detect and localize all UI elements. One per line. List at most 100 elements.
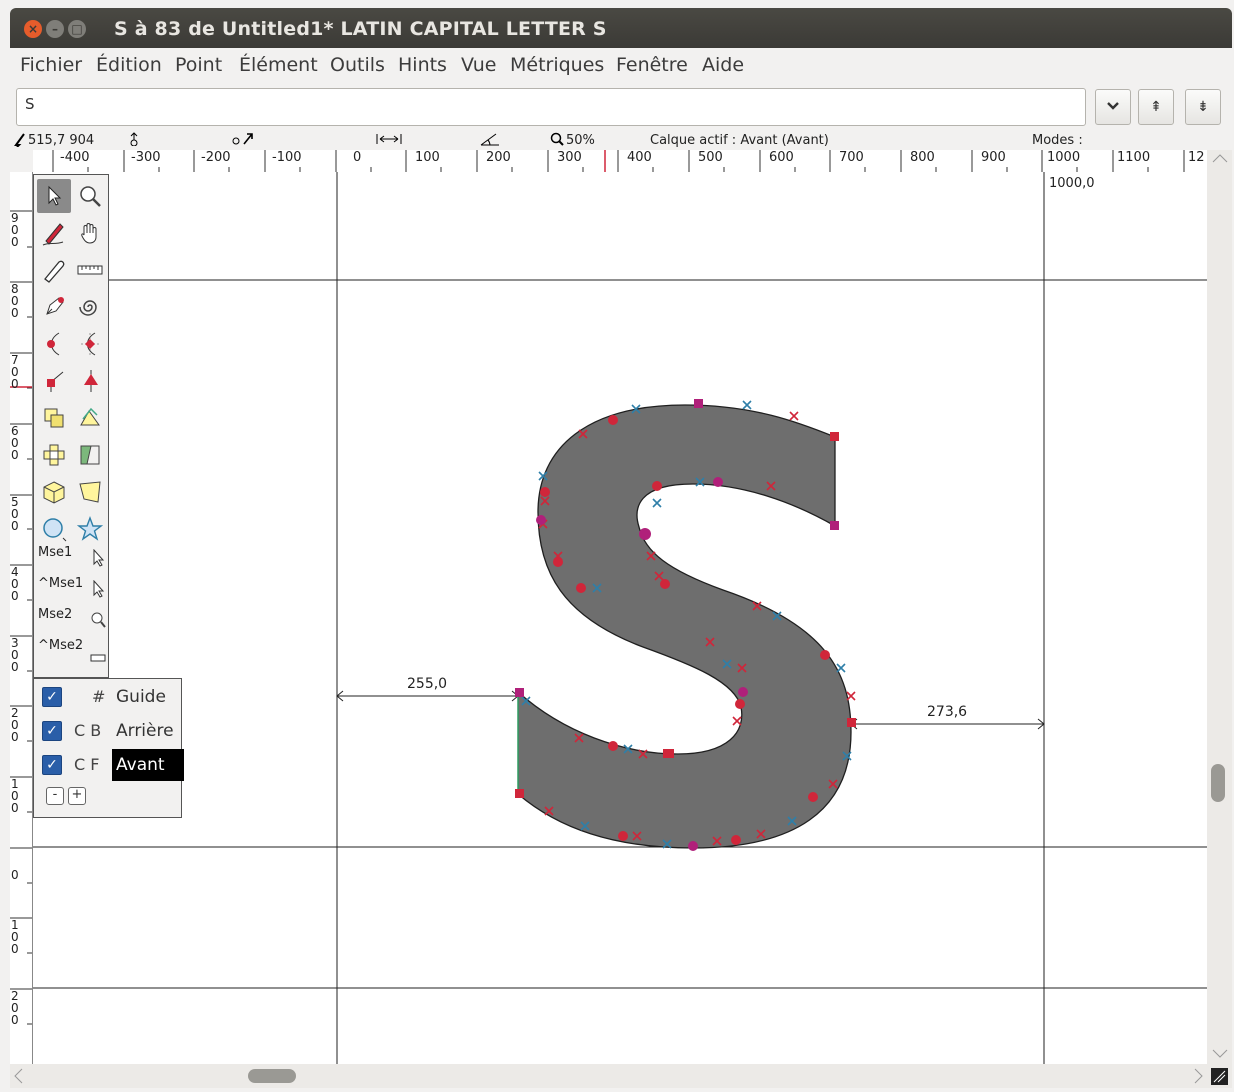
distance-info-icon xyxy=(376,132,402,150)
horizontal-scrollbar[interactable] xyxy=(10,1064,1207,1088)
menu-point[interactable]: Point xyxy=(175,54,222,76)
layer-visible-checkbox[interactable]: ✓ xyxy=(42,721,62,741)
scroll-down-icon[interactable] xyxy=(1211,1048,1229,1060)
ruler-tool[interactable] xyxy=(73,253,107,287)
tangent-point-tool[interactable] xyxy=(73,364,107,398)
pen-tool[interactable] xyxy=(37,290,71,324)
layer-name[interactable]: Avant xyxy=(112,749,184,781)
scale-icon xyxy=(44,408,64,428)
scroll-up-icon[interactable] xyxy=(1211,152,1229,164)
minimize-button[interactable]: – xyxy=(46,20,64,38)
curve-point-tool[interactable] xyxy=(37,327,71,361)
ruler-label: 200 xyxy=(486,150,511,165)
vertical-metrics-up-button[interactable]: ⇞ xyxy=(1138,89,1174,125)
perspective-icon xyxy=(79,481,101,503)
resize-corner[interactable] xyxy=(1207,1064,1232,1088)
ruler-label: 5 0 0 xyxy=(11,495,19,533)
close-icon: × xyxy=(27,22,39,36)
glyph-canvas[interactable]: 1000,0 255,0 273,6 xyxy=(33,172,1207,1064)
menu-fichier[interactable]: Fichier xyxy=(20,54,82,76)
close-button[interactable]: × xyxy=(24,20,42,38)
perspective-3d-icon xyxy=(43,481,65,504)
layer-visible-checkbox[interactable]: ✓ xyxy=(42,755,62,775)
skew-tool[interactable] xyxy=(73,438,107,472)
maximize-button[interactable]: □ xyxy=(68,20,86,38)
glyph-name-field[interactable]: S xyxy=(16,88,1086,126)
right-bearing-label: 273,6 xyxy=(927,704,968,720)
hv-curve-point-tool[interactable] xyxy=(73,327,107,361)
ruler-label: 1100 xyxy=(1117,150,1151,165)
ruler-label: 1 0 0 xyxy=(11,777,19,815)
mouse2-label: Mse2 xyxy=(38,607,73,622)
freehand-tool[interactable] xyxy=(37,216,71,250)
spiro-tool[interactable] xyxy=(73,290,107,324)
scroll-right-icon[interactable] xyxy=(1193,1067,1205,1085)
pointer-icon xyxy=(48,185,62,206)
layer-flags: # xyxy=(92,687,106,706)
layer-row-fore[interactable]: ✓ C F Avant xyxy=(34,749,184,781)
menu-aide[interactable]: Aide xyxy=(702,54,744,76)
magnify-tool[interactable] xyxy=(73,179,107,213)
pointer-tool[interactable] xyxy=(37,179,71,213)
tools-palette: Mse1 ^Mse1 Mse2 ^Mse2 xyxy=(33,174,109,678)
ruler-label: 500 xyxy=(698,150,723,165)
ellipse-tool[interactable] xyxy=(37,512,71,546)
ruler-label: 800 xyxy=(910,150,935,165)
tangent-point-icon xyxy=(84,370,98,392)
scroll-left-icon[interactable] xyxy=(12,1067,24,1085)
horizontal-ruler[interactable]: -400 -300 -200 -100 0 100 200 300 400 50… xyxy=(33,150,1207,173)
layer-flags: C F xyxy=(74,755,100,774)
ruler-label: 2 0 0 xyxy=(11,706,19,744)
pointer-icon xyxy=(92,579,106,602)
star-tool[interactable] xyxy=(73,512,107,546)
menu-metriques[interactable]: Métriques xyxy=(510,54,604,76)
menu-vue[interactable]: Vue xyxy=(461,54,496,76)
vertical-ruler[interactable]: 9 0 0 8 0 0 7 0 0 6 0 0 5 0 0 4 0 0 3 0 … xyxy=(10,172,33,1064)
layer-name[interactable]: Guide xyxy=(112,681,170,713)
perspective-tool[interactable] xyxy=(73,475,107,509)
horizontal-scroll-thumb[interactable] xyxy=(248,1069,296,1083)
magnify-icon xyxy=(90,611,106,633)
ruler-icon xyxy=(77,265,103,275)
glyph-dropdown-button[interactable] xyxy=(1095,89,1131,125)
scale-tool[interactable] xyxy=(37,401,71,435)
flip-tool[interactable] xyxy=(37,438,71,472)
vertical-scrollbar[interactable] xyxy=(1207,150,1232,1064)
menu-hints[interactable]: Hints xyxy=(398,54,447,76)
layer-row-back[interactable]: ✓ C B Arrière xyxy=(34,715,181,747)
vertical-metrics-down-button[interactable]: ⇟ xyxy=(1185,89,1221,125)
skew-icon xyxy=(80,445,100,465)
zoom-level: 50% xyxy=(566,133,595,148)
ctrl-mouse2-label: ^Mse2 xyxy=(38,638,84,653)
menu-edition[interactable]: Édition xyxy=(96,54,162,76)
remove-layer-button[interactable]: - xyxy=(46,787,64,805)
layer-name[interactable]: Arrière xyxy=(112,715,178,747)
knife-tool[interactable] xyxy=(37,253,71,287)
add-layer-button[interactable]: + xyxy=(68,787,86,805)
ellipse-icon xyxy=(43,518,67,542)
scroll-tool[interactable] xyxy=(73,216,107,250)
3d-rotate-tool[interactable] xyxy=(37,475,71,509)
layer-visible-checkbox[interactable]: ✓ xyxy=(42,687,62,707)
star-icon xyxy=(77,516,103,541)
corner-point-tool[interactable] xyxy=(37,364,71,398)
ruler-label: 0 xyxy=(353,150,362,165)
active-layer-label: Calque actif : Avant (Avant) xyxy=(650,133,829,148)
left-bearing-label: 255,0 xyxy=(407,676,448,692)
corner-point-icon xyxy=(47,371,64,392)
menu-fenetre[interactable]: Fenêtre xyxy=(616,54,688,76)
ruler-icon xyxy=(90,647,106,666)
menu-outils[interactable]: Outils xyxy=(330,54,385,76)
rotate-tool[interactable] xyxy=(73,401,107,435)
ruler-label: -200 xyxy=(201,150,231,165)
hv-curve-point-icon xyxy=(81,332,99,356)
ruler-label: 8 0 0 xyxy=(11,282,19,320)
magnify-icon xyxy=(80,186,101,207)
menu-element[interactable]: Élément xyxy=(239,54,318,76)
layers-palette: ✓ # Guide ✓ C B Arrière ✓ C F Avant - + xyxy=(33,678,184,818)
window-title: S à 83 de Untitled1* LATIN CAPITAL LETTE… xyxy=(114,18,607,40)
layer-row-guide[interactable]: ✓ # Guide xyxy=(34,681,181,713)
ruler-label: -300 xyxy=(131,150,161,165)
offset-info-icon xyxy=(232,132,256,150)
vertical-scroll-thumb[interactable] xyxy=(1211,764,1225,802)
